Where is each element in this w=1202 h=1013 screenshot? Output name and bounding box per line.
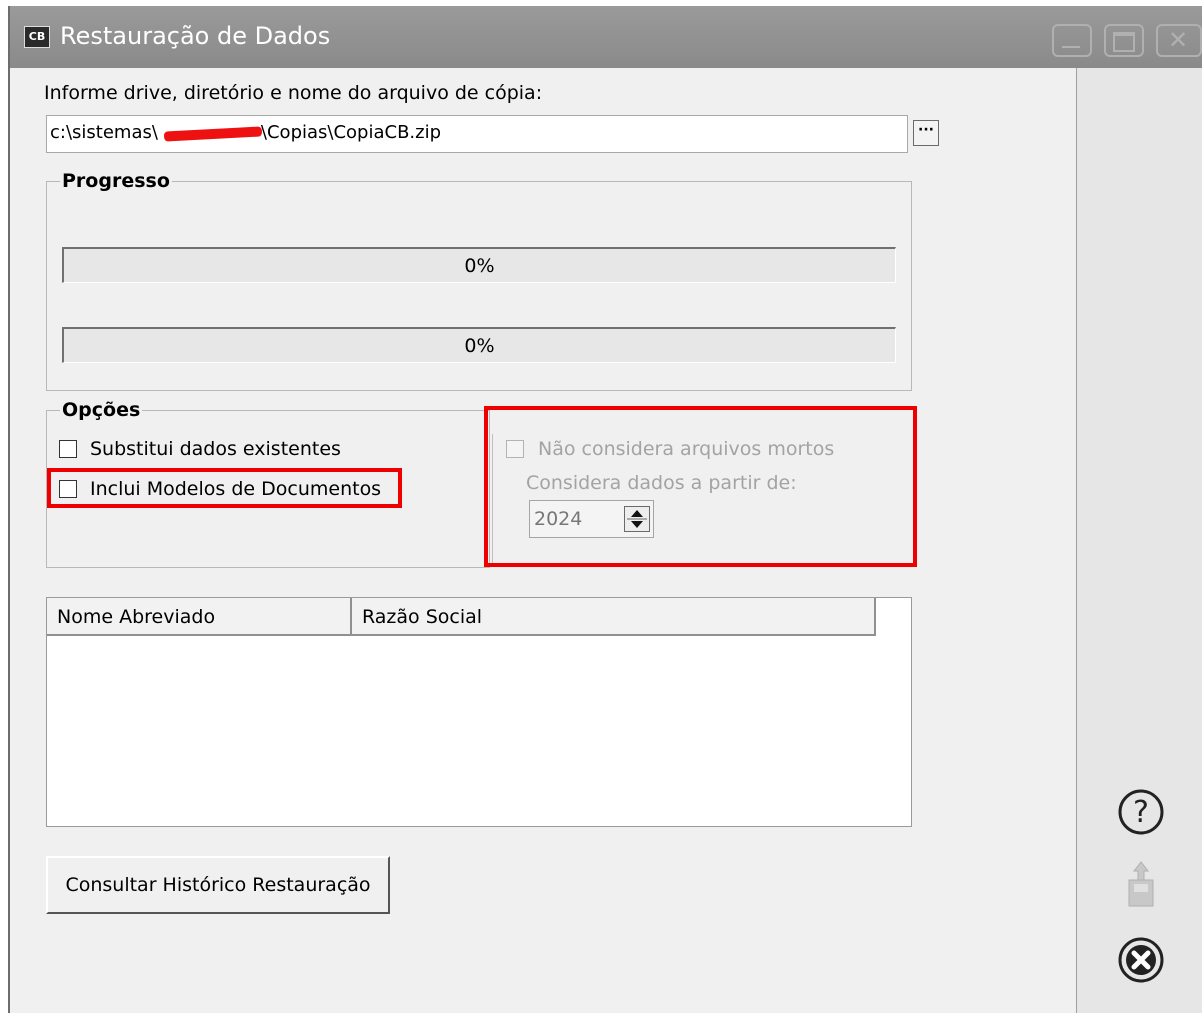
highlight-box-modelos (47, 468, 402, 508)
progress-bar-2-label: 0% (464, 335, 495, 357)
minimize-button[interactable] (1052, 24, 1092, 57)
upload-icon (1115, 858, 1167, 919)
close-circle-icon[interactable] (1115, 936, 1167, 993)
path-prefix: c:\sistemas\ (50, 122, 158, 143)
progress-title: Progresso (60, 170, 172, 192)
progress-bar-2: 0% (62, 327, 896, 363)
progress-bar-1-label: 0% (464, 255, 495, 277)
highlight-box-arquivos (484, 406, 917, 567)
restore-window: CB Restauração de Dados ✕ ? Informe driv… (8, 6, 1202, 1013)
close-button[interactable]: ✕ (1156, 24, 1202, 57)
title-bar[interactable]: CB Restauração de Dados ✕ (10, 6, 1202, 68)
progress-bar-1: 0% (62, 247, 896, 283)
backup-path-input[interactable]: c:\sistemas\ \Copias\CopiaCB.zip ··· (46, 115, 939, 153)
consultar-historico-label: Consultar Histórico Restauração (65, 874, 371, 896)
path-suffix: \Copias\CopiaCB.zip (260, 122, 442, 143)
options-title: Opções (60, 399, 143, 421)
svg-text:?: ? (1133, 795, 1149, 830)
maximize-icon (1113, 32, 1135, 52)
column-nome-label: Nome Abreviado (57, 606, 216, 628)
substitui-label[interactable]: Substitui dados existentes (90, 438, 341, 460)
column-razao-label: Razão Social (362, 606, 483, 628)
help-icon[interactable]: ? (1115, 788, 1167, 845)
minimize-icon (1062, 46, 1080, 48)
close-icon: ✕ (1168, 26, 1189, 54)
side-panel: ? (1076, 68, 1202, 1013)
window-title: Restauração de Dados (60, 22, 331, 50)
maximize-button[interactable] (1104, 24, 1144, 57)
consultar-historico-button[interactable]: Consultar Histórico Restauração (46, 856, 390, 914)
browse-button[interactable]: ··· (913, 120, 939, 146)
column-header-nome[interactable]: Nome Abreviado (47, 598, 352, 636)
app-icon: CB (24, 26, 50, 48)
companies-table[interactable]: Nome Abreviado Razão Social (46, 597, 912, 827)
substitui-checkbox[interactable] (59, 440, 77, 458)
column-header-razao[interactable]: Razão Social (352, 598, 876, 636)
path-label: Informe drive, diretório e nome do arqui… (44, 82, 543, 104)
